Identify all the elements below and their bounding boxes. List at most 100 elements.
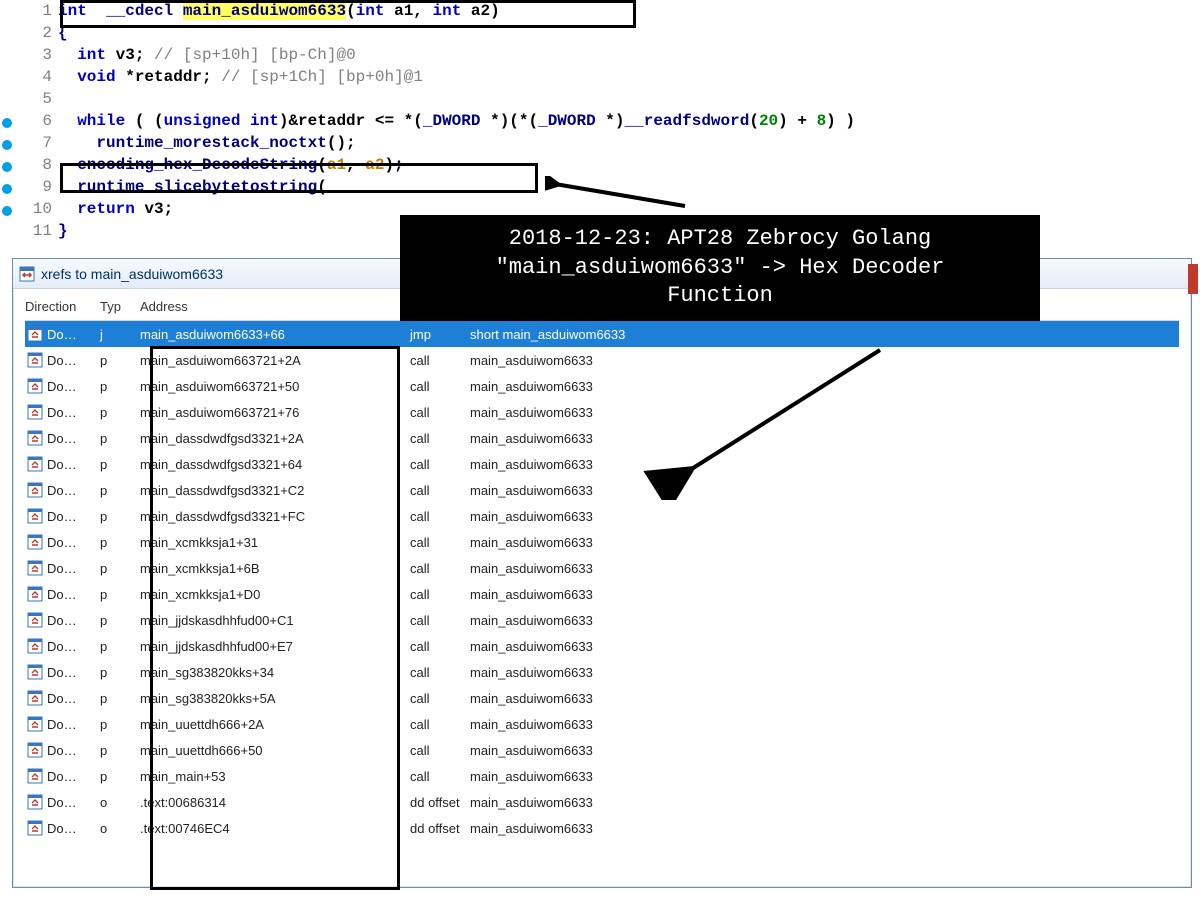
window-close-sliver[interactable] bbox=[1188, 264, 1198, 294]
breakpoint-dot[interactable] bbox=[2, 118, 12, 128]
col-header-type[interactable]: Typ bbox=[100, 299, 140, 314]
annotation-arrow-2 bbox=[600, 340, 900, 500]
col-header-address[interactable]: Address bbox=[140, 299, 410, 314]
code-line[interactable]: 1int __cdecl main_asduiwom6633(int a1, i… bbox=[0, 0, 1200, 22]
code-text: int v3; // [sp+10h] [bp-Ch]@0 bbox=[58, 46, 356, 64]
xref-type: p bbox=[100, 509, 140, 524]
xref-row-icon bbox=[25, 612, 45, 628]
code-text: } bbox=[58, 222, 68, 240]
xref-row-icon bbox=[25, 586, 45, 602]
xref-address: main_xcmkksja1+6B bbox=[140, 561, 410, 576]
col-header-direction[interactable]: Direction bbox=[25, 299, 100, 314]
code-text: runtime_slicebytetostring( bbox=[58, 178, 327, 196]
xref-address: .text:00746EC4 bbox=[140, 821, 410, 836]
xref-type: p bbox=[100, 457, 140, 472]
xrefs-row[interactable]: Do…pmain_jjdskasdhhfud00+C1callmain_asdu… bbox=[25, 607, 1179, 633]
xref-direction: Do… bbox=[45, 379, 100, 394]
xrefs-row[interactable]: Do…pmain_dassdwdfgsd3321+FCcallmain_asdu… bbox=[25, 503, 1179, 529]
code-line[interactable]: 8 encoding_hex_DecodeString(a1, a2); bbox=[0, 154, 1200, 176]
xref-row-icon bbox=[25, 638, 45, 654]
xref-type: p bbox=[100, 639, 140, 654]
annotation-line: Function bbox=[414, 282, 1026, 311]
xref-address: main_dassdwdfgsd3321+64 bbox=[140, 457, 410, 472]
xref-direction: Do… bbox=[45, 431, 100, 446]
xref-instruction: call bbox=[410, 561, 470, 576]
annotation-caption: 2018-12-23: APT28 Zebrocy Golang "main_a… bbox=[400, 215, 1040, 321]
code-text: int __cdecl main_asduiwom6633(int a1, in… bbox=[58, 2, 500, 20]
xref-instruction: jmp bbox=[410, 327, 470, 342]
code-line[interactable]: 7 runtime_morestack_noctxt(); bbox=[0, 132, 1200, 154]
xref-row-icon bbox=[25, 430, 45, 446]
line-number: 4 bbox=[0, 68, 58, 86]
xrefs-row[interactable]: Do…pmain_xcmkksja1+31callmain_asduiwom66… bbox=[25, 529, 1179, 555]
code-line[interactable]: 5 bbox=[0, 88, 1200, 110]
xref-row-icon bbox=[25, 482, 45, 498]
xref-direction: Do… bbox=[45, 665, 100, 680]
xref-direction: Do… bbox=[45, 535, 100, 550]
xref-row-icon bbox=[25, 534, 45, 550]
xrefs-row[interactable]: Do…pmain_uuettdh666+2Acallmain_asduiwom6… bbox=[25, 711, 1179, 737]
xref-address: main_dassdwdfgsd3321+C2 bbox=[140, 483, 410, 498]
line-number: 7 bbox=[0, 134, 58, 152]
xref-row-icon bbox=[25, 404, 45, 420]
xref-direction: Do… bbox=[45, 327, 100, 342]
xref-address: main_dassdwdfgsd3321+FC bbox=[140, 509, 410, 524]
xref-type: p bbox=[100, 483, 140, 498]
xref-row-icon bbox=[25, 742, 45, 758]
xrefs-row[interactable]: Do…pmain_jjdskasdhhfud00+E7callmain_asdu… bbox=[25, 633, 1179, 659]
code-text: { bbox=[58, 24, 68, 42]
xref-direction: Do… bbox=[45, 509, 100, 524]
xref-type: p bbox=[100, 379, 140, 394]
xref-type: p bbox=[100, 535, 140, 550]
xref-address: .text:00686314 bbox=[140, 795, 410, 810]
xrefs-row[interactable]: Do…o.text:00746EC4dd offsetmain_asduiwom… bbox=[25, 815, 1179, 841]
code-line[interactable]: 4 void *retaddr; // [sp+1Ch] [bp+0h]@1 bbox=[0, 66, 1200, 88]
xref-address: main_asduiwom663721+2A bbox=[140, 353, 410, 368]
xref-target: main_asduiwom6633 bbox=[470, 743, 1179, 758]
xref-address: main_xcmkksja1+D0 bbox=[140, 587, 410, 602]
breakpoint-dot[interactable] bbox=[2, 162, 12, 172]
breakpoint-dot[interactable] bbox=[2, 140, 12, 150]
code-line[interactable]: 6 while ( (unsigned int)&retaddr <= *(_D… bbox=[0, 110, 1200, 132]
xref-direction: Do… bbox=[45, 457, 100, 472]
xref-direction: Do… bbox=[45, 821, 100, 836]
xrefs-row[interactable]: Do…pmain_uuettdh666+50callmain_asduiwom6… bbox=[25, 737, 1179, 763]
xrefs-row[interactable]: Do…o.text:00686314dd offsetmain_asduiwom… bbox=[25, 789, 1179, 815]
annotation-arrow-1 bbox=[545, 176, 695, 216]
code-text: void *retaddr; // [sp+1Ch] [bp+0h]@1 bbox=[58, 68, 423, 86]
code-text bbox=[58, 90, 68, 108]
xref-direction: Do… bbox=[45, 483, 100, 498]
xref-address: main_asduiwom663721+76 bbox=[140, 405, 410, 420]
xref-address: main_jjdskasdhhfud00+C1 bbox=[140, 613, 410, 628]
xref-row-icon bbox=[25, 456, 45, 472]
xref-instruction: call bbox=[410, 743, 470, 758]
xref-address: main_asduiwom6633+66 bbox=[140, 327, 410, 342]
breakpoint-dot[interactable] bbox=[2, 184, 12, 194]
xrefs-row[interactable]: Do…pmain_xcmkksja1+6Bcallmain_asduiwom66… bbox=[25, 555, 1179, 581]
xref-row-icon bbox=[25, 768, 45, 784]
xref-type: p bbox=[100, 717, 140, 732]
xref-row-icon bbox=[25, 326, 45, 342]
xref-address: main_uuettdh666+2A bbox=[140, 717, 410, 732]
xref-type: p bbox=[100, 743, 140, 758]
xrefs-row[interactable]: Do…pmain_main+53callmain_asduiwom6633 bbox=[25, 763, 1179, 789]
line-number: 6 bbox=[0, 112, 58, 130]
code-text: while ( (unsigned int)&retaddr <= *(_DWO… bbox=[58, 112, 855, 130]
xref-instruction: call bbox=[410, 639, 470, 654]
code-line[interactable]: 3 int v3; // [sp+10h] [bp-Ch]@0 bbox=[0, 44, 1200, 66]
xref-target: main_asduiwom6633 bbox=[470, 509, 1179, 524]
code-text: runtime_morestack_noctxt(); bbox=[58, 134, 356, 152]
xref-instruction: call bbox=[410, 457, 470, 472]
xref-direction: Do… bbox=[45, 613, 100, 628]
xref-row-icon bbox=[25, 716, 45, 732]
xref-instruction: dd offset bbox=[410, 795, 470, 810]
breakpoint-dot[interactable] bbox=[2, 206, 12, 216]
xref-target: main_asduiwom6633 bbox=[470, 639, 1179, 654]
xref-target: main_asduiwom6633 bbox=[470, 821, 1179, 836]
xrefs-row[interactable]: Do…pmain_sg383820kks+34callmain_asduiwom… bbox=[25, 659, 1179, 685]
code-line[interactable]: 2{ bbox=[0, 22, 1200, 44]
xrefs-row[interactable]: Do…pmain_xcmkksja1+D0callmain_asduiwom66… bbox=[25, 581, 1179, 607]
xrefs-row[interactable]: Do…pmain_sg383820kks+5Acallmain_asduiwom… bbox=[25, 685, 1179, 711]
xref-address: main_sg383820kks+34 bbox=[140, 665, 410, 680]
line-number: 3 bbox=[0, 46, 58, 64]
